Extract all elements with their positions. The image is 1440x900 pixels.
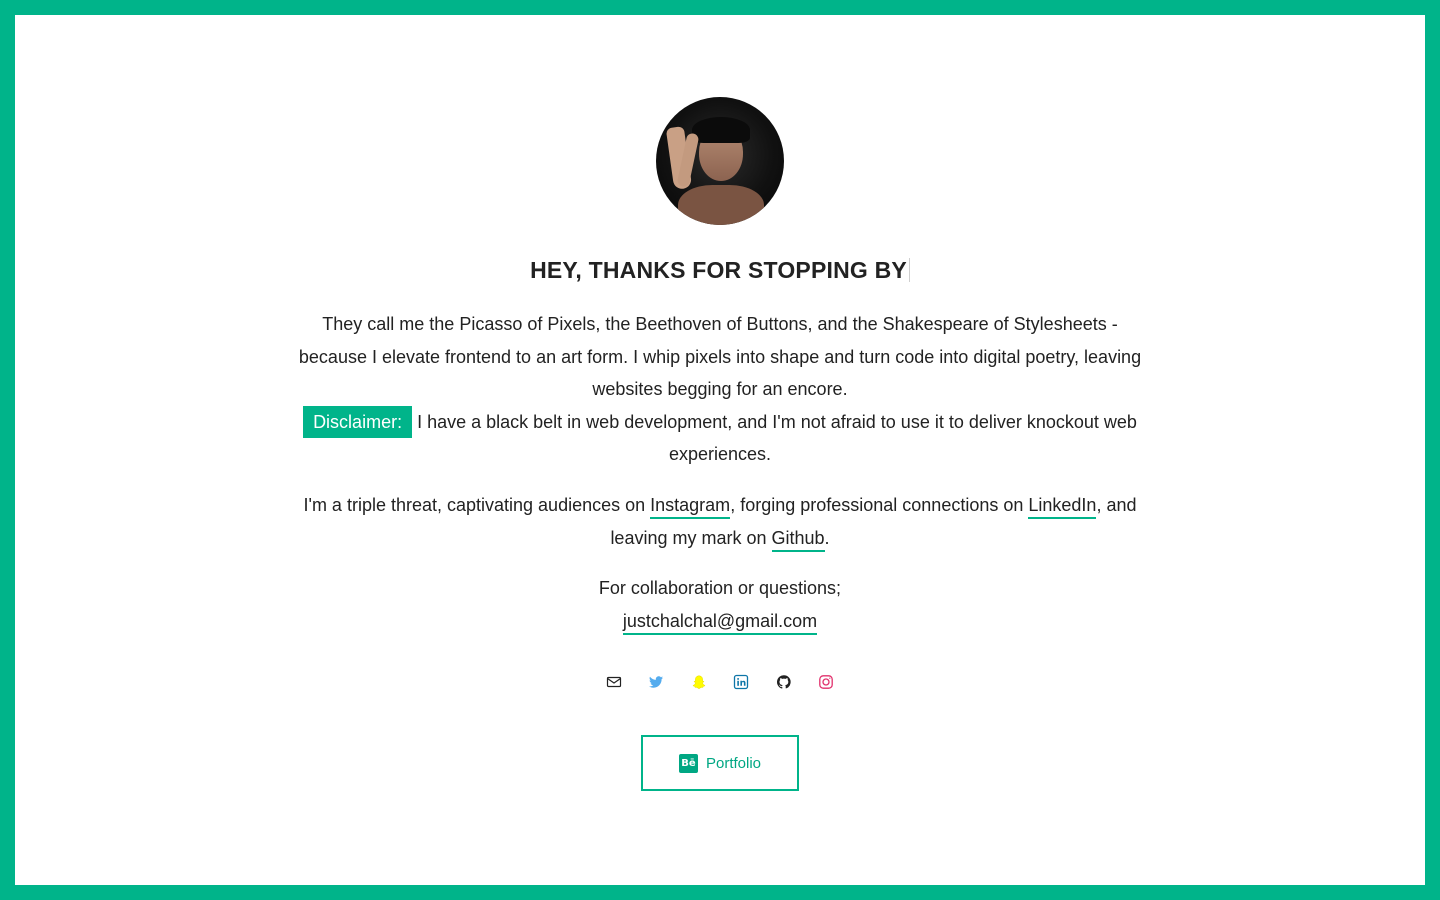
typing-cursor [908,258,910,282]
portfolio-button[interactable]: Bē Portfolio [641,735,799,791]
avatar [656,97,784,225]
twitter-icon[interactable] [648,674,664,690]
contact-section: For collaboration or questions; justchal… [290,572,1150,637]
page-title: HEY, THANKS FOR STOPPING BY [15,257,1425,284]
page-frame: HEY, THANKS FOR STOPPING BY They call me… [15,15,1425,885]
social-text-part1: I'm a triple threat, captivating audienc… [303,495,651,515]
linkedin-icon[interactable] [733,674,749,690]
social-text-part2: , forging professional connections on [730,495,1029,515]
mail-icon[interactable] [606,674,622,690]
github-link[interactable]: Github [771,527,825,552]
avatar-torso [678,185,764,225]
avatar-hair [692,117,750,143]
social-icons [15,673,1425,693]
intro-paragraph: They call me the Picasso of Pixels, the … [290,308,1150,471]
snapchat-icon[interactable] [691,674,707,690]
contact-label: For collaboration or questions; [598,578,842,598]
portfolio-label: Portfolio [705,754,762,772]
social-text-part4: . [824,527,830,548]
intro-text: They call me the Picasso of Pixels, the … [298,314,1142,399]
disclaimer-text: I have a black belt in web development, … [417,411,1137,465]
page-title-text: HEY, THANKS FOR STOPPING BY [530,257,907,283]
main-content: HEY, THANKS FOR STOPPING BY They call me… [15,15,1425,885]
disclaimer-badge: Disclaimer: [303,405,413,438]
social-paragraph: I'm a triple threat, captivating audienc… [290,489,1150,554]
email-link[interactable]: justchalchal@gmail.com [622,610,818,635]
instagram-icon[interactable] [818,674,834,690]
behance-icon: Bē [678,753,698,773]
linkedin-link[interactable]: LinkedIn [1028,495,1097,519]
instagram-link[interactable]: Instagram [650,495,731,519]
github-icon[interactable] [776,674,792,690]
